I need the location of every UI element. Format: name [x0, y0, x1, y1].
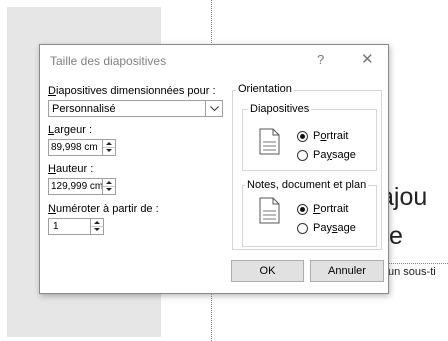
slides-landscape-radio[interactable]: [297, 150, 308, 161]
close-icon[interactable]: ✕: [361, 50, 374, 68]
slide-size-dialog: Taille des diapositives ? ✕ Diapositives…: [39, 44, 389, 294]
subtitle-placeholder-border: [385, 263, 448, 264]
ok-button[interactable]: OK: [231, 260, 304, 282]
slide-title-text-line2[interactable]: e: [389, 222, 403, 251]
number-from-label: Numéroter à partir de :: [48, 203, 159, 215]
spin-down-icon[interactable]: [103, 186, 115, 193]
powerpoint-workspace: ajou e un sous-ti Taille des diapositive…: [0, 0, 448, 341]
width-value[interactable]: 89,998 cm: [51, 142, 103, 153]
slides-portrait-radio[interactable]: [297, 131, 308, 142]
size-for-label: Diapositives dimensionnées pour :: [48, 85, 216, 97]
notes-portrait-radio[interactable]: [297, 204, 308, 215]
page-portrait-icon: [259, 197, 280, 224]
spin-down-icon[interactable]: [91, 226, 103, 233]
height-stepper[interactable]: 129,999 cm: [48, 178, 116, 195]
notes-portrait-label[interactable]: Portrait: [313, 203, 348, 215]
page-portrait-icon: [259, 128, 280, 155]
number-from-value[interactable]: 1: [53, 221, 91, 232]
size-for-value: Personnalisé: [52, 103, 116, 115]
help-icon[interactable]: ?: [317, 52, 324, 67]
orientation-title: Orientation: [236, 83, 294, 95]
spin-down-icon[interactable]: [103, 147, 115, 154]
height-value[interactable]: 129,999 cm: [51, 181, 103, 192]
slides-landscape-label[interactable]: Paysage: [313, 149, 356, 161]
notes-orientation-title: Notes, document et plan: [245, 179, 369, 191]
slides-orientation-title: Diapositives: [248, 103, 312, 115]
chevron-down-icon[interactable]: [205, 101, 222, 116]
cancel-button[interactable]: Annuler: [310, 260, 384, 282]
height-label: Hauteur :: [48, 163, 94, 175]
width-stepper[interactable]: 89,998 cm: [48, 139, 116, 156]
size-for-select[interactable]: Personnalisé: [48, 100, 223, 117]
number-from-stepper[interactable]: 1: [48, 218, 104, 235]
slide-subtitle-text[interactable]: un sous-ti: [385, 266, 436, 278]
notes-landscape-radio[interactable]: [297, 223, 308, 234]
slides-portrait-label[interactable]: Portrait: [313, 130, 348, 142]
notes-landscape-label[interactable]: Paysage: [313, 222, 356, 234]
dialog-title: Taille des diapositives: [50, 54, 167, 68]
dialog-titlebar: Taille des diapositives ? ✕: [40, 45, 388, 75]
width-label: Largeur :: [48, 124, 93, 136]
